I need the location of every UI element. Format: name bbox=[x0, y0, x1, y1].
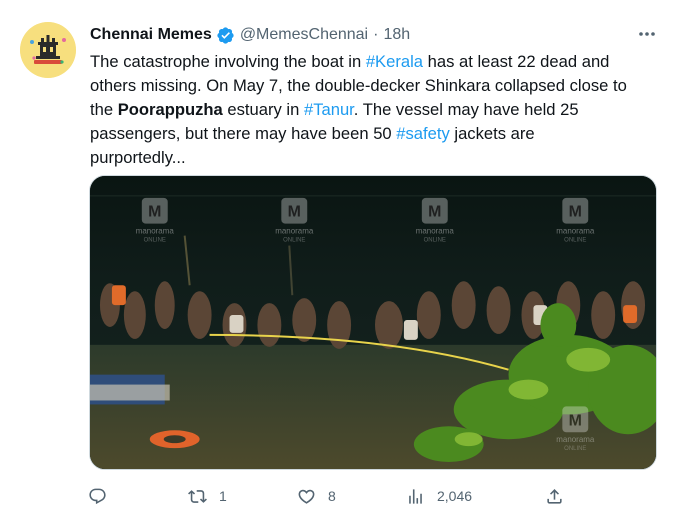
watermark-text: manorama bbox=[556, 435, 595, 444]
watermark-text: manorama bbox=[275, 227, 314, 236]
watermark-subtext: ONLINE bbox=[424, 238, 446, 244]
retweet-icon bbox=[188, 489, 207, 503]
watermark-text: manorama bbox=[416, 227, 455, 236]
author-name[interactable]: Chennai Memes bbox=[90, 26, 212, 44]
chennai-memes-logo-icon bbox=[20, 22, 76, 78]
watermark-text: manorama bbox=[556, 227, 595, 236]
watermark-logo: M bbox=[569, 204, 582, 221]
watermark-subtext: ONLINE bbox=[564, 238, 586, 244]
watermark-subtext: ONLINE bbox=[144, 238, 166, 244]
hashtag-link[interactable]: #safety bbox=[396, 124, 450, 143]
like-count: 8 bbox=[328, 488, 336, 504]
like-button[interactable]: 8 bbox=[297, 484, 336, 508]
watermark-subtext: ONLINE bbox=[564, 446, 586, 452]
more-dots-icon bbox=[639, 32, 655, 36]
hashtag-link[interactable]: #Kerala bbox=[366, 52, 423, 71]
reply-icon bbox=[89, 488, 106, 504]
tweet-media-image[interactable]: M M M M manorama manorama manorama manor… bbox=[89, 175, 657, 470]
share-button[interactable] bbox=[545, 484, 576, 508]
tweet-timestamp[interactable]: 18h bbox=[383, 26, 410, 44]
watermark-logo: M bbox=[569, 412, 582, 429]
retweet-count: 1 bbox=[219, 488, 227, 504]
watermark-subtext: ONLINE bbox=[283, 238, 305, 244]
tweet-actions-bar: 1 8 2,046 bbox=[0, 484, 691, 508]
hashtag-link[interactable]: #Tanur bbox=[304, 100, 354, 119]
views-button[interactable]: 2,046 bbox=[406, 484, 472, 508]
reply-button[interactable] bbox=[88, 484, 119, 508]
tweet-text-segment: The catastrophe involving the boat in bbox=[90, 52, 366, 71]
views-count: 2,046 bbox=[437, 488, 473, 504]
avatar[interactable] bbox=[20, 22, 76, 78]
heart-icon bbox=[298, 489, 315, 504]
rescue-scene-photo-icon: M M M M manorama manorama manorama manor… bbox=[90, 176, 656, 469]
watermark-logo: M bbox=[148, 204, 161, 221]
author-handle[interactable]: @MemesChennai bbox=[240, 26, 368, 44]
watermark-logo: M bbox=[428, 204, 441, 221]
tweet-card[interactable]: Chennai Memes @MemesChennai · 18h The ca… bbox=[0, 0, 691, 525]
watermark-text: manorama bbox=[136, 227, 175, 236]
tweet-text: The catastrophe involving the boat in #K… bbox=[90, 50, 670, 170]
watermark-logo: M bbox=[288, 204, 301, 221]
verified-badge-icon bbox=[216, 26, 235, 45]
tweet-text-segment: estuary in bbox=[222, 100, 304, 119]
more-options-button[interactable] bbox=[636, 26, 658, 42]
tweet-header: Chennai Memes @MemesChennai · 18h bbox=[90, 24, 410, 46]
views-icon bbox=[409, 488, 422, 504]
separator-dot: · bbox=[373, 26, 379, 43]
share-icon bbox=[547, 488, 562, 504]
retweet-button[interactable]: 1 bbox=[188, 484, 227, 508]
bold-text: Poorappuzha bbox=[117, 100, 223, 119]
